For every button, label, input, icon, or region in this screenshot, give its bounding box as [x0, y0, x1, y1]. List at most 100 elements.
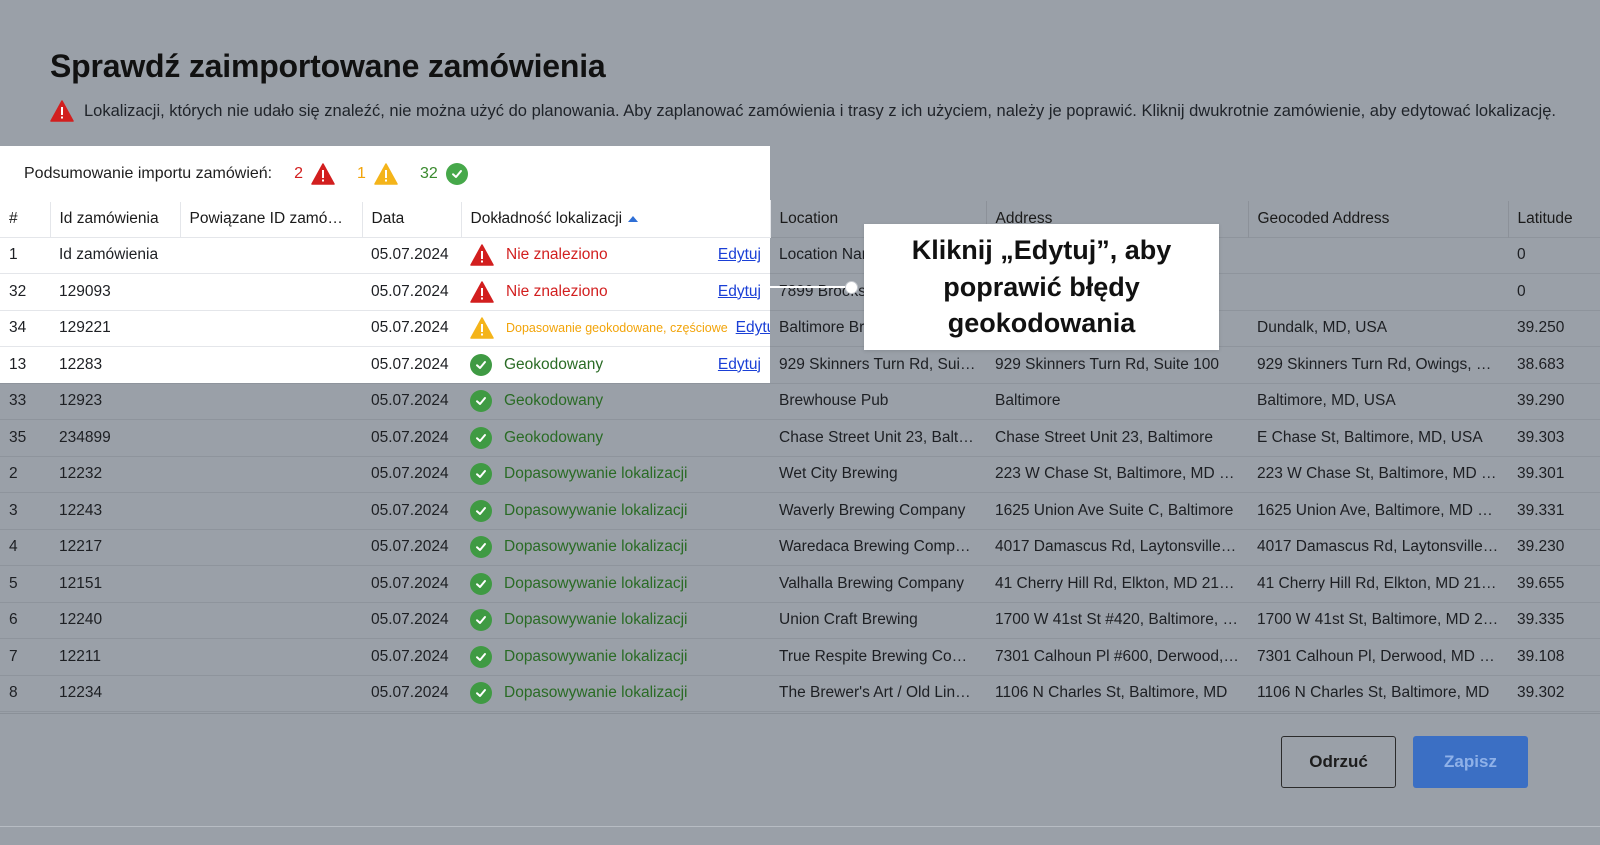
cell-location: Brewhouse Pub [770, 382, 986, 420]
cell-latitude: 39.301 [1508, 455, 1600, 493]
edit-link[interactable]: Edytuj [718, 246, 761, 264]
callout-connector [770, 286, 852, 288]
check-circle-icon [470, 682, 492, 705]
edit-link[interactable]: Edytuj [718, 283, 761, 301]
cell-accuracy: Dopasowywanie lokalizacji [461, 528, 770, 566]
edit-link[interactable]: Edytuj [736, 319, 770, 337]
cell-geocoded [1248, 273, 1508, 310]
table-row[interactable]: 1 Id zamówienia 05.07.2024 Nie znaleziono Ed… [0, 236, 1600, 274]
cell-geocoded: 1700 W 41st St, Baltimore, MD 21211 [1248, 601, 1508, 639]
cell-accuracy: Dopasowywanie lokalizacji [461, 455, 770, 493]
cell-accuracy: Dopasowanie geokodowane, częściowe Edytuj [461, 309, 770, 347]
table-row[interactable]: 35 234899 05.07.2024 Geokodowany Chase Stree… [0, 419, 1600, 456]
edit-link[interactable]: Edytuj [718, 356, 761, 374]
cell-order-id: Id zamówienia [50, 236, 180, 274]
error-triangle-icon [50, 100, 74, 122]
cell-date: 05.07.2024 [362, 492, 461, 529]
cell-location: Waverly Brewing Company [770, 492, 986, 529]
cell-accuracy: Geokodowany [461, 382, 770, 420]
cell-geocoded: 1625 Union Ave, Baltimore, MD 21211 [1248, 492, 1508, 529]
table-row[interactable]: 13 12283 05.07.2024 Geokodowany Edytuj 929 Sk… [0, 346, 1600, 383]
cell-num: 7 [0, 638, 50, 675]
cell-accuracy: Dopasowywanie lokalizacji [461, 674, 770, 712]
status-text: Dopasowywanie lokalizacji [504, 501, 688, 519]
cell-num: 33 [0, 382, 50, 420]
cell-latitude: 39.108 [1508, 638, 1600, 675]
save-button[interactable]: Zapisz [1413, 736, 1528, 788]
cell-order-id: 12283 [50, 346, 180, 383]
col-header-accuracy[interactable]: Dokładność lokalizacji [461, 200, 771, 237]
status-text: Dopasowywanie lokalizacji [504, 684, 688, 702]
error-count: 2 [294, 165, 304, 182]
cell-accuracy: Dopasowywanie lokalizacji [461, 601, 770, 639]
warning-count: 1 [357, 165, 366, 182]
cell-related-id [180, 492, 362, 529]
summary-label: Podsumowanie importu zamówień: [24, 165, 273, 182]
cell-date: 05.07.2024 [362, 638, 461, 675]
cell-latitude: 0 [1508, 236, 1600, 274]
cell-date: 05.07.2024 [362, 455, 461, 493]
cell-location: Union Craft Brewing [770, 601, 986, 639]
check-circle-icon [470, 353, 492, 376]
cell-order-id: 12234 [50, 674, 180, 712]
status-text: Dopasowywanie lokalizacji [504, 465, 688, 483]
error-triangle-icon [470, 281, 494, 303]
cell-order-id: 12151 [50, 565, 180, 602]
error-triangle-icon [470, 244, 494, 266]
cell-related-id [180, 528, 362, 566]
cell-related-id [180, 674, 362, 712]
table-row[interactable]: 4 12217 05.07.2024 Dopasowywanie lokalizacj… [0, 528, 1600, 566]
cell-geocoded: 41 Cherry Hill Rd, Elkton, MD 21921 [1248, 565, 1508, 602]
status-text: Dopasowanie geokodowane, częściowe [506, 321, 728, 336]
table-row[interactable]: 6 12240 05.07.2024 Dopasowywanie lokalizacj… [0, 601, 1600, 639]
page-title: Sprawdź zaimportowane zamówienia [50, 48, 606, 84]
status-text: Dopasowywanie lokalizacji [504, 611, 688, 629]
cell-order-id: 129221 [50, 309, 180, 347]
col-header-date[interactable]: Data [362, 200, 462, 237]
table-row[interactable]: 2 12232 05.07.2024 Dopasowywanie lokalizacj… [0, 455, 1600, 493]
cell-related-id [180, 273, 362, 310]
cell-related-id [180, 236, 362, 274]
col-header-order-id[interactable]: Id zamówienia [50, 200, 181, 237]
cell-date: 05.07.2024 [362, 419, 461, 456]
cell-num: 34 [0, 309, 50, 347]
cell-accuracy: Geokodowany [461, 419, 770, 456]
sort-ascending-icon [628, 215, 639, 222]
cell-address: Chase Street Unit 23, Baltimore [986, 419, 1248, 456]
status-text: Geokodowany [504, 392, 604, 410]
cell-order-id: 12232 [50, 455, 180, 493]
check-circle-icon [470, 645, 492, 668]
cell-order-id: 12240 [50, 601, 180, 639]
table-row[interactable]: 8 12234 05.07.2024 Dopasowywanie lokalizacj… [0, 674, 1600, 712]
status-text: Geokodowany [504, 428, 604, 446]
table-row[interactable]: 5 12151 05.07.2024 Dopasowywanie lokalizacj… [0, 565, 1600, 602]
cell-date: 05.07.2024 [362, 528, 461, 566]
cell-num: 6 [0, 601, 50, 639]
col-header-accuracy-label: Dokładność lokalizacji [470, 209, 623, 227]
divider [0, 826, 1600, 827]
table-row[interactable]: 33 12923 05.07.2024 Geokodowany Brewhouse Pu… [0, 382, 1600, 420]
cell-address: 1106 N Charles St, Baltimore, MD [986, 674, 1248, 712]
col-header-related-id[interactable]: Powiązane ID zamówienia [180, 200, 363, 237]
col-header-latitude[interactable]: Latitude [1508, 200, 1600, 237]
check-circle-icon [445, 163, 468, 185]
cell-latitude: 38.683 [1508, 346, 1600, 383]
cell-date: 05.07.2024 [362, 273, 461, 310]
col-header-geocoded[interactable]: Geocoded Address [1248, 200, 1509, 237]
table-row[interactable]: 3 12243 05.07.2024 Dopasowywanie lokalizacj… [0, 492, 1600, 529]
cell-num: 3 [0, 492, 50, 529]
cell-num: 4 [0, 528, 50, 566]
cell-accuracy: Nie znaleziono Edytuj [461, 273, 770, 310]
cell-latitude: 39.302 [1508, 674, 1600, 712]
col-header-num[interactable]: # [0, 200, 51, 237]
table-row[interactable]: 7 12211 05.07.2024 Dopasowywanie lokalizacj… [0, 638, 1600, 675]
cell-order-id: 12923 [50, 382, 180, 420]
cell-geocoded: 4017 Damascus Rd, Laytonsville, MD [1248, 528, 1508, 566]
reject-button[interactable]: Odrzuć [1281, 736, 1396, 788]
cell-geocoded: Baltimore, MD, USA [1248, 382, 1508, 420]
error-triangle-icon [311, 163, 335, 185]
cell-num: 1 [0, 236, 50, 274]
cell-accuracy: Geokodowany Edytuj [461, 346, 770, 383]
table-row[interactable]: 34 129221 05.07.2024 Dopasowanie geokodowan… [0, 309, 1600, 347]
table-row[interactable]: 32 129093 05.07.2024 Nie znaleziono Edytuj 78… [0, 273, 1600, 310]
